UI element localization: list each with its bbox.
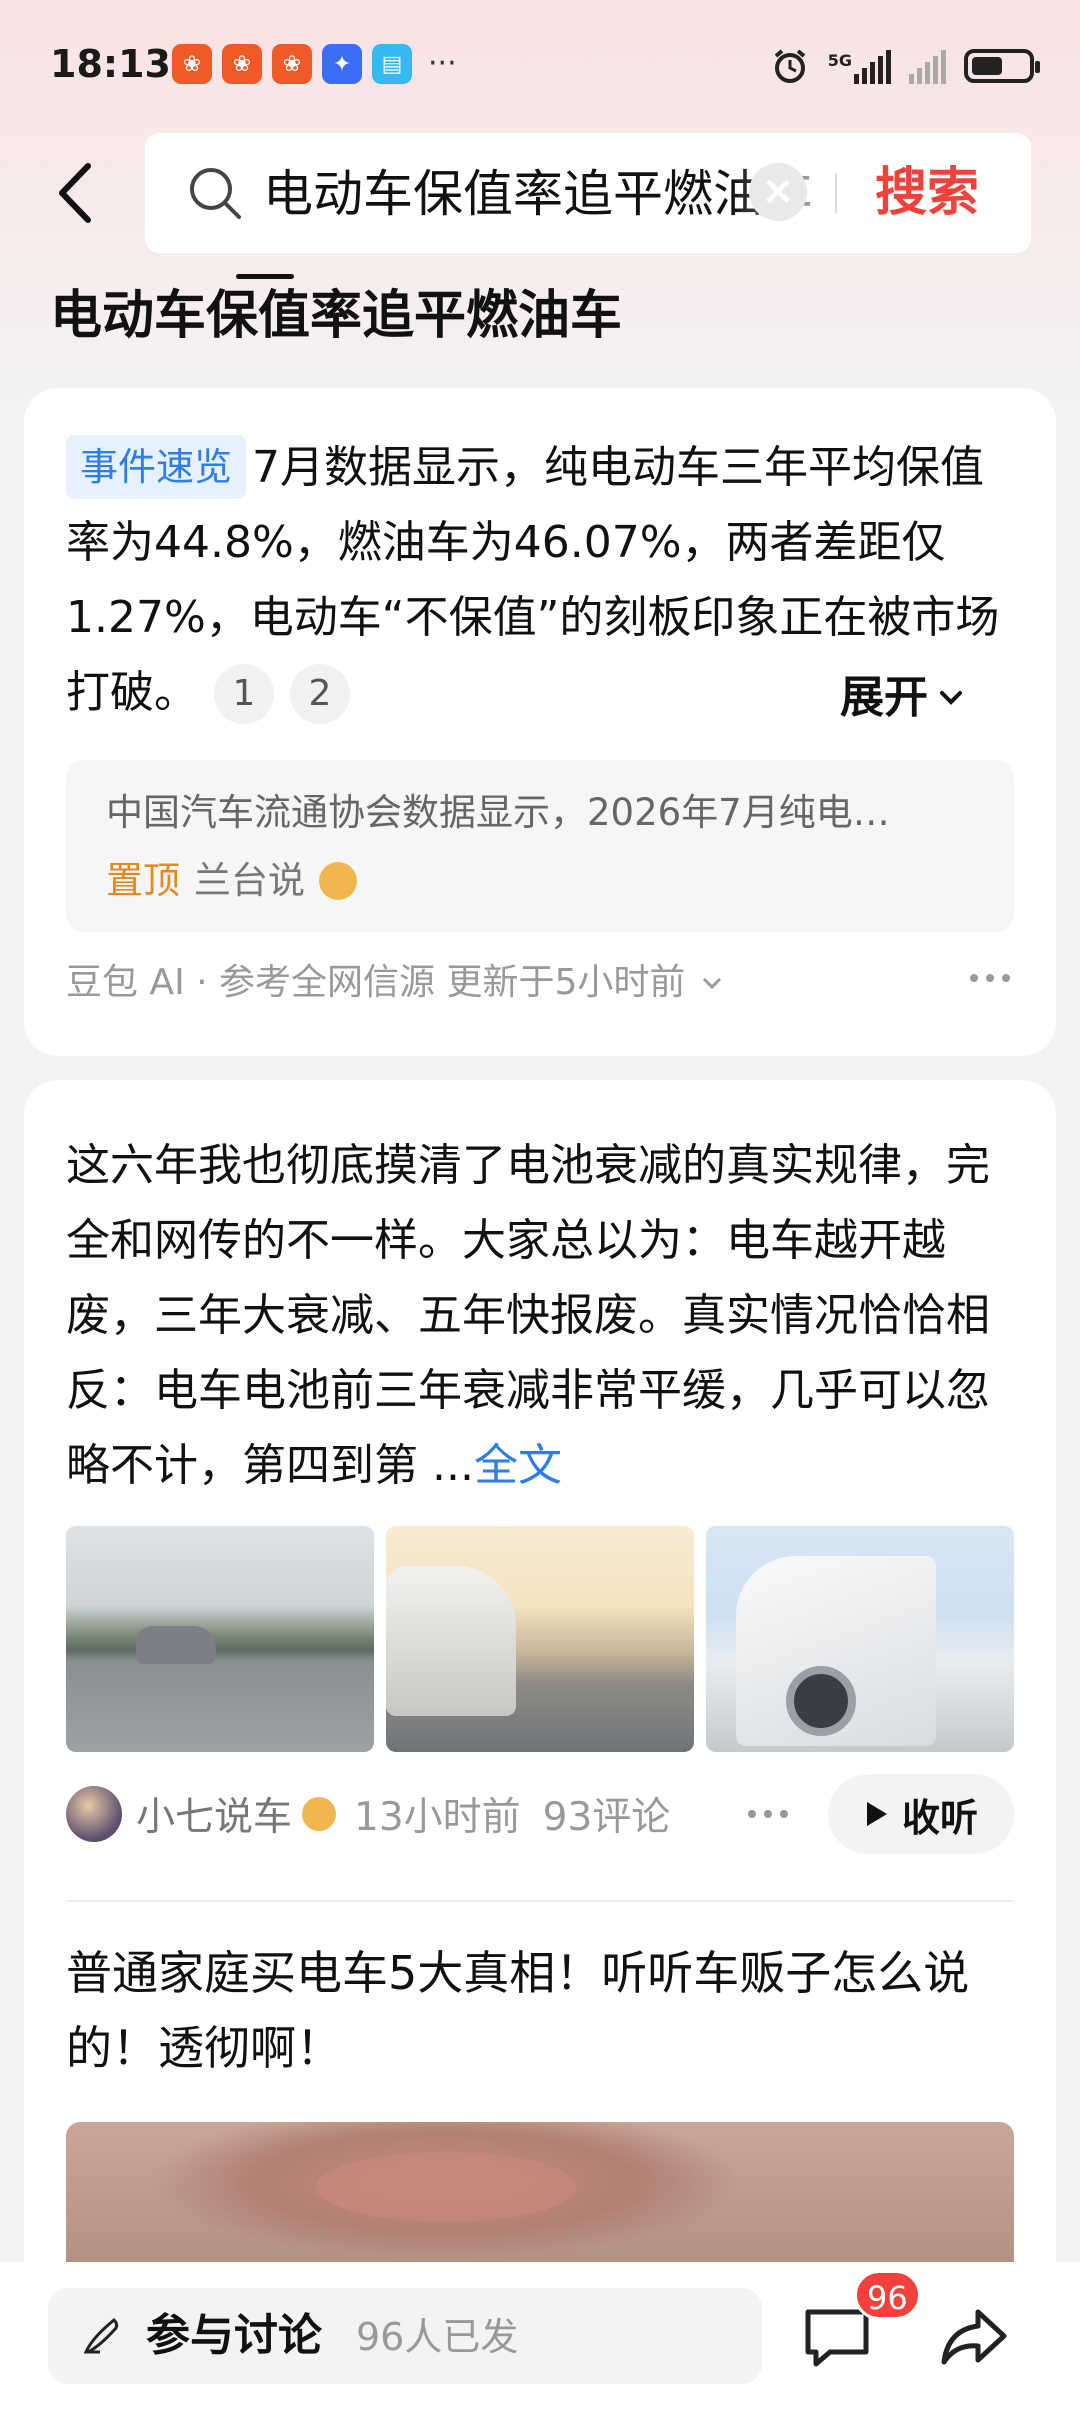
- event-summary-card: 事件速览 7月数据显示，纯电动车三年平均保值率为44.8%，燃油车为46.07%，…: [24, 388, 1056, 1056]
- listen-label: 收听: [901, 1795, 978, 1840]
- app-notification-icon: ✦: [322, 44, 362, 84]
- play-icon: [866, 1802, 887, 1826]
- signal-strength-secondary-icon: [909, 48, 946, 84]
- post-body: 这六年我也彻底摸清了电池衰减的真实规律，完全和网传的不一样。大家总以为：电车越开…: [66, 1140, 990, 1491]
- search-box[interactable]: 电动车保值率追平燃油车 × 搜索: [145, 133, 1031, 253]
- app-notification-icon: ❀: [222, 44, 262, 84]
- signal-strength-icon: [854, 48, 891, 84]
- comment-count-badge: 96: [854, 2270, 921, 2320]
- full-text-link[interactable]: 全文: [474, 1440, 562, 1491]
- status-bar: 18:13 ❀ ❀ ❀ ✦ ▤ ··· 5G: [0, 0, 1080, 130]
- source-snippet: 中国汽车流通协会数据显示，2026年7月纯电…: [106, 791, 890, 834]
- status-time: 18:13: [50, 42, 171, 86]
- post-ellipsis: ...: [432, 1440, 474, 1491]
- pen-icon: [83, 2317, 119, 2354]
- post-author-row: 小七说车 13小时前 93评论 收听: [66, 1774, 1014, 1854]
- bottom-action-bar: 参与讨论 96人已发 96: [0, 2262, 1080, 2412]
- search-icon: [190, 168, 241, 219]
- post-image-2[interactable]: [386, 1526, 694, 1752]
- divider: [66, 1900, 1014, 1902]
- author-name[interactable]: 小七说车: [136, 1786, 292, 1842]
- chevron-down-icon: [703, 977, 722, 990]
- search-header: 电动车保值率追平燃油车 × 搜索: [0, 130, 1080, 255]
- more-options-icon[interactable]: [970, 974, 1010, 982]
- search-button[interactable]: 搜索: [875, 161, 979, 225]
- share-icon[interactable]: [936, 2302, 1010, 2374]
- more-notifications-icon: ···: [428, 46, 457, 81]
- event-tag: 事件速览: [66, 435, 247, 499]
- more-options-icon[interactable]: [748, 1810, 788, 1818]
- listen-button[interactable]: 收听: [828, 1774, 1014, 1854]
- app-notification-icon: ❀: [172, 44, 212, 84]
- back-arrow-icon[interactable]: [48, 158, 108, 228]
- post2-title[interactable]: 普通家庭买电车5大真相！听听车贩子怎么说的！透彻啊！: [66, 1936, 1026, 2086]
- source-meta: 置顶 兰台说: [106, 856, 357, 906]
- ai-footer[interactable]: 豆包 AI · 参考全网信源 更新于5小时前: [66, 958, 725, 1008]
- network-type-label: 5G: [827, 51, 852, 70]
- expand-label: 展开: [840, 672, 928, 723]
- discuss-count: 96人已发: [356, 2315, 519, 2359]
- source-author: 兰台说: [194, 859, 305, 902]
- verified-badge-icon: [319, 862, 357, 900]
- comment-count[interactable]: 93评论: [543, 1786, 671, 1842]
- post-time: 13小时前: [354, 1795, 521, 1840]
- ai-footer-text: 豆包 AI · 参考全网信源 更新于5小时前: [66, 962, 686, 1003]
- clear-search-icon[interactable]: ×: [749, 163, 807, 221]
- post-image-3[interactable]: [706, 1526, 1014, 1752]
- app-notification-icon: ❀: [272, 44, 312, 84]
- pinned-label: 置顶: [106, 859, 180, 902]
- expand-button[interactable]: 展开: [840, 660, 966, 735]
- verified-badge-icon: [302, 1797, 337, 1831]
- chevron-down-icon: [940, 690, 962, 705]
- search-divider: [835, 173, 837, 213]
- page-title: 电动车保值率追平燃油车: [50, 286, 623, 346]
- book-app-icon: ▤: [372, 44, 412, 84]
- source-reference[interactable]: 中国汽车流通协会数据显示，2026年7月纯电… 置顶 兰台说: [66, 760, 1014, 932]
- post-text[interactable]: 这六年我也彻底摸清了电池衰减的真实规律，完全和网传的不一样。大家总以为：电车越开…: [66, 1128, 1026, 1503]
- citation-1[interactable]: 1: [214, 664, 274, 724]
- discuss-input[interactable]: 参与讨论 96人已发: [48, 2288, 762, 2384]
- results-card: 这六年我也彻底摸清了电池衰减的真实规律，完全和网传的不一样。大家总以为：电车越开…: [24, 1080, 1056, 2412]
- notification-app-icons: ❀ ❀ ❀ ✦ ▤ ···: [172, 44, 457, 84]
- title-underline-mark: [236, 274, 294, 279]
- status-indicators: 5G: [770, 46, 1040, 86]
- post-image-1[interactable]: [66, 1526, 374, 1752]
- alarm-icon: [774, 49, 806, 83]
- post-image-gallery: [66, 1526, 1014, 1752]
- avatar[interactable]: [66, 1786, 122, 1842]
- discuss-label: 参与讨论: [146, 2310, 322, 2361]
- citation-2[interactable]: 2: [290, 664, 350, 724]
- battery-icon: [964, 49, 1040, 83]
